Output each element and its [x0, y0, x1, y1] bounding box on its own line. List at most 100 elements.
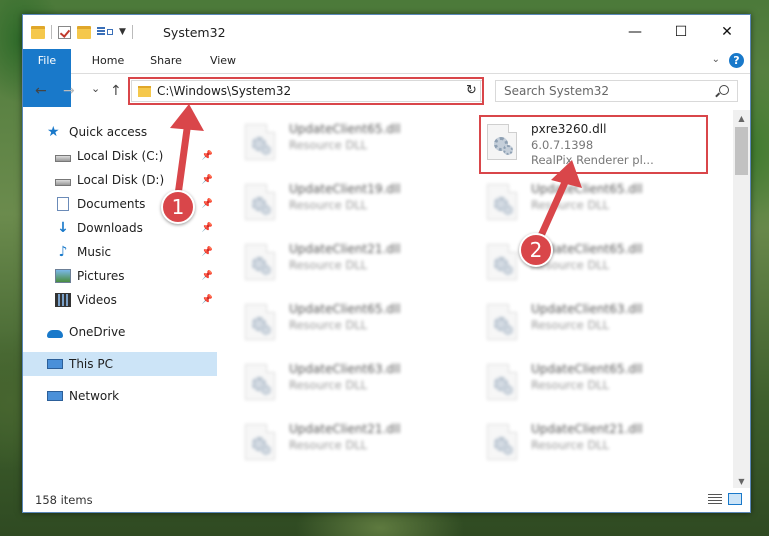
pin-icon: 📌 — [201, 199, 213, 209]
dll-file-icon — [487, 424, 517, 460]
refresh-button[interactable]: ↻ — [461, 80, 483, 102]
sidebar-item-label: Network — [69, 389, 120, 403]
forward-button[interactable]: → — [63, 83, 75, 99]
file-name: UpdateClient19.dll — [289, 182, 401, 196]
list-item[interactable]: UpdateClient65.dll Resource DLL — [481, 178, 711, 236]
customize-toolbar-dropdown-icon[interactable]: ▼ — [119, 27, 126, 37]
file-description: RealPix Renderer pl... — [531, 153, 654, 167]
sidebar-item-label: Downloads — [77, 221, 143, 235]
scrollbar-thumb[interactable] — [735, 127, 748, 175]
recent-locations-button[interactable]: ⌄ — [91, 82, 100, 95]
up-button[interactable]: ↑ — [110, 83, 122, 99]
search-input[interactable] — [504, 84, 704, 98]
properties-icon[interactable] — [97, 26, 113, 38]
list-item[interactable]: UpdateClient21.dll Resource DLL — [239, 418, 469, 476]
sidebar-item-label: This PC — [69, 357, 113, 371]
pin-icon: 📌 — [201, 223, 213, 233]
item-count: 158 items — [35, 493, 93, 507]
callout-step-1: 1 — [161, 190, 195, 224]
sidebar-item-label: Local Disk (C:) — [77, 149, 164, 163]
file-type: Resource DLL — [531, 318, 610, 332]
tab-view[interactable]: View — [198, 49, 248, 73]
window-controls: — ☐ ✕ — [612, 15, 750, 49]
file-name: UpdateClient21.dll — [531, 422, 643, 436]
dll-file-icon — [245, 184, 275, 220]
toolbar-separator — [131, 25, 133, 39]
dll-file-icon — [487, 244, 517, 280]
file-explorer-window: ▼ System32 — ☐ ✕ File Home Share View ⌄ … — [22, 14, 751, 513]
sidebar-item-videos[interactable]: Videos 📌 — [23, 288, 217, 312]
file-type: Resource DLL — [289, 318, 368, 332]
pin-icon: 📌 — [201, 247, 213, 257]
minimize-button[interactable]: — — [612, 15, 658, 49]
cloud-icon — [47, 330, 63, 338]
new-folder-icon[interactable] — [77, 25, 91, 39]
file-name: UpdateClient21.dll — [289, 422, 401, 436]
file-type: Resource DLL — [289, 138, 368, 152]
scroll-up-icon[interactable]: ▲ — [733, 110, 750, 127]
ribbon-tabs: File Home Share View ⌄ ? — [23, 49, 750, 107]
list-item[interactable]: UpdateClient63.dll Resource DLL — [239, 358, 469, 416]
file-name: UpdateClient65.dll — [289, 302, 401, 316]
back-button[interactable]: ← — [35, 83, 47, 99]
pin-icon: 📌 — [201, 151, 213, 161]
highlighted-file-item[interactable]: pxre3260.dll 6.0.7.1398 RealPix Renderer… — [481, 118, 711, 176]
callout-step-2: 2 — [519, 233, 553, 267]
dll-file-icon — [245, 244, 275, 280]
sidebar-item-music[interactable]: ♪ Music 📌 — [23, 240, 217, 264]
sidebar-item-quick-access[interactable]: ★ Quick access — [23, 120, 217, 144]
sidebar-item-this-pc[interactable]: This PC — [23, 352, 217, 376]
tab-share[interactable]: Share — [141, 49, 191, 73]
sidebar-item-label: Documents — [77, 197, 146, 211]
vertical-scrollbar[interactable]: ▲ ▼ — [733, 110, 750, 490]
list-item[interactable]: UpdateClient65.dll Resource DLL — [239, 298, 469, 356]
star-icon: ★ — [47, 124, 60, 140]
sidebar-item-network[interactable]: Network — [23, 384, 217, 408]
list-item[interactable]: UpdateClient65.dll Resource DLL — [481, 358, 711, 416]
list-item[interactable]: UpdateClient65.dll Resource DLL — [239, 118, 469, 176]
large-icons-view-icon[interactable] — [728, 493, 742, 505]
address-bar[interactable]: C:\Windows\System32 ⌄ — [131, 80, 481, 102]
folder-icon[interactable] — [31, 25, 45, 39]
list-item[interactable]: UpdateClient63.dll Resource DLL — [481, 298, 711, 356]
list-item[interactable]: UpdateClient19.dll Resource DLL — [239, 178, 469, 236]
help-icon[interactable]: ? — [729, 53, 744, 68]
folder-icon — [138, 86, 151, 97]
file-name: UpdateClient21.dll — [289, 242, 401, 256]
address-path[interactable]: C:\Windows\System32 — [157, 84, 291, 98]
sidebar-item-local-disk-c[interactable]: Local Disk (C:) 📌 — [23, 144, 217, 168]
details-view-icon[interactable] — [708, 494, 722, 505]
drive-icon — [55, 178, 71, 186]
sidebar-item-local-disk-d[interactable]: Local Disk (D:) 📌 — [23, 168, 217, 192]
file-type: Resource DLL — [289, 198, 368, 212]
close-button[interactable]: ✕ — [704, 15, 750, 49]
sidebar-item-label: Quick access — [69, 125, 148, 139]
list-item[interactable]: UpdateClient65.dll Resource DLL — [481, 238, 711, 296]
list-item[interactable]: UpdateClient21.dll Resource DLL — [239, 238, 469, 296]
file-type: Resource DLL — [531, 378, 610, 392]
properties-check-icon[interactable] — [58, 25, 71, 39]
sidebar-item-label: Pictures — [77, 269, 125, 283]
maximize-button[interactable]: ☐ — [658, 15, 704, 49]
computer-icon — [47, 359, 63, 369]
drive-icon — [55, 154, 71, 162]
search-box[interactable] — [495, 80, 738, 102]
list-item[interactable]: UpdateClient21.dll Resource DLL — [481, 418, 711, 476]
pin-icon: 📌 — [201, 271, 213, 281]
file-type: Resource DLL — [289, 258, 368, 272]
file-type: Resource DLL — [531, 438, 610, 452]
tab-home[interactable]: Home — [83, 49, 133, 73]
window-title: System32 — [163, 25, 226, 40]
sidebar-item-onedrive[interactable]: OneDrive — [23, 320, 217, 344]
file-name: UpdateClient65.dll — [531, 182, 643, 196]
sidebar-item-pictures[interactable]: Pictures 📌 — [23, 264, 217, 288]
search-icon[interactable] — [719, 85, 729, 95]
expand-ribbon-chevron-icon[interactable]: ⌄ — [712, 54, 720, 65]
network-icon — [47, 391, 63, 401]
title-bar: ▼ System32 — ☐ ✕ — [23, 15, 750, 49]
dll-file-icon — [245, 304, 275, 340]
sidebar-item-label: OneDrive — [69, 325, 126, 339]
dll-file-icon — [487, 304, 517, 340]
navigation-bar: ← → ⌄ ↑ C:\Windows\System32 ⌄ ↻ — [23, 74, 750, 110]
music-icon: ♪ — [58, 244, 68, 260]
